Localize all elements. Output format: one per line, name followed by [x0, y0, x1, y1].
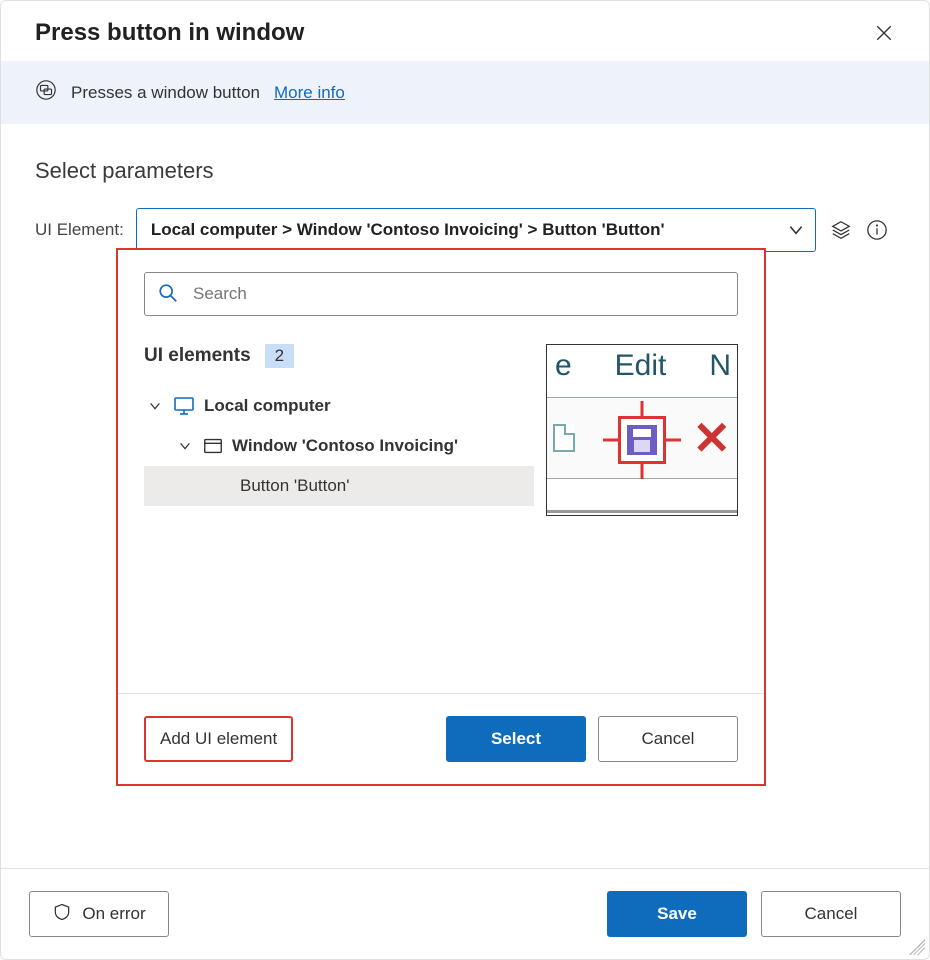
resize-grip-icon[interactable] — [909, 939, 925, 955]
save-button[interactable]: Save — [607, 891, 747, 937]
ui-elements-count: 2 — [265, 344, 294, 368]
section-title: Select parameters — [35, 158, 895, 184]
document-icon — [553, 424, 575, 452]
info-bar: Presses a window button More info — [1, 61, 929, 124]
save-disk-icon — [627, 425, 657, 455]
dialog-cancel-button[interactable]: Cancel — [761, 891, 901, 937]
chevron-down-icon — [148, 398, 164, 414]
select-button[interactable]: Select — [446, 716, 586, 762]
press-button-in-window-dialog: Press button in window Presses a window … — [0, 0, 930, 960]
tree-node-local-computer[interactable]: Local computer — [144, 386, 534, 426]
tree-node-window[interactable]: Window 'Contoso Invoicing' — [144, 426, 534, 466]
dialog-header: Press button in window — [1, 1, 929, 61]
window-icon — [202, 435, 224, 457]
computer-icon — [172, 394, 196, 418]
ui-element-value: Local computer > Window 'Contoso Invoici… — [151, 220, 665, 240]
layers-icon[interactable] — [828, 217, 854, 243]
tree-node-label: Local computer — [204, 396, 331, 416]
search-box[interactable] — [144, 272, 738, 316]
on-error-label: On error — [82, 904, 145, 924]
thumb-menu-char: N — [709, 349, 731, 383]
ui-element-dropdown[interactable]: Local computer > Window 'Contoso Invoici… — [136, 208, 816, 252]
target-crosshair-icon — [603, 401, 681, 479]
delete-icon: ✕ — [692, 415, 731, 461]
info-text: Presses a window button — [71, 83, 260, 103]
action-icon — [35, 79, 57, 106]
shield-icon — [52, 902, 72, 927]
info-icon[interactable] — [864, 217, 890, 243]
more-info-link[interactable]: More info — [274, 83, 345, 103]
thumb-menu-edit: Edit — [615, 349, 667, 383]
popover-cancel-button[interactable]: Cancel — [598, 716, 738, 762]
tree-node-label: Button 'Button' — [240, 476, 350, 496]
close-icon[interactable] — [873, 22, 895, 44]
add-ui-element-button[interactable]: Add UI element — [144, 716, 293, 762]
thumb-menu-char: e — [555, 349, 572, 383]
search-input[interactable] — [191, 283, 737, 305]
tree-node-button[interactable]: Button 'Button' — [144, 466, 534, 506]
chevron-down-icon — [787, 221, 805, 239]
ui-elements-tree: Local computer Window 'Contoso — [144, 386, 534, 506]
search-icon — [157, 282, 179, 307]
on-error-button[interactable]: On error — [29, 891, 169, 937]
ui-element-parameter-row: UI Element: Local computer > Window 'Con… — [35, 208, 895, 252]
chevron-down-icon — [178, 438, 194, 454]
dialog-title: Press button in window — [35, 19, 304, 47]
popover-footer: Add UI element Select Cancel — [118, 693, 764, 784]
dialog-footer: On error Save Cancel — [1, 868, 929, 959]
element-preview-thumbnail: e Edit N ✕ — [546, 344, 738, 516]
dialog-body: Select parameters UI Element: Local comp… — [1, 124, 929, 868]
ui-elements-title: UI elements — [144, 345, 251, 367]
ui-element-picker-popover: UI elements 2 — [116, 248, 766, 786]
tree-node-label: Window 'Contoso Invoicing' — [232, 436, 458, 456]
ui-element-label: UI Element: — [35, 220, 124, 240]
